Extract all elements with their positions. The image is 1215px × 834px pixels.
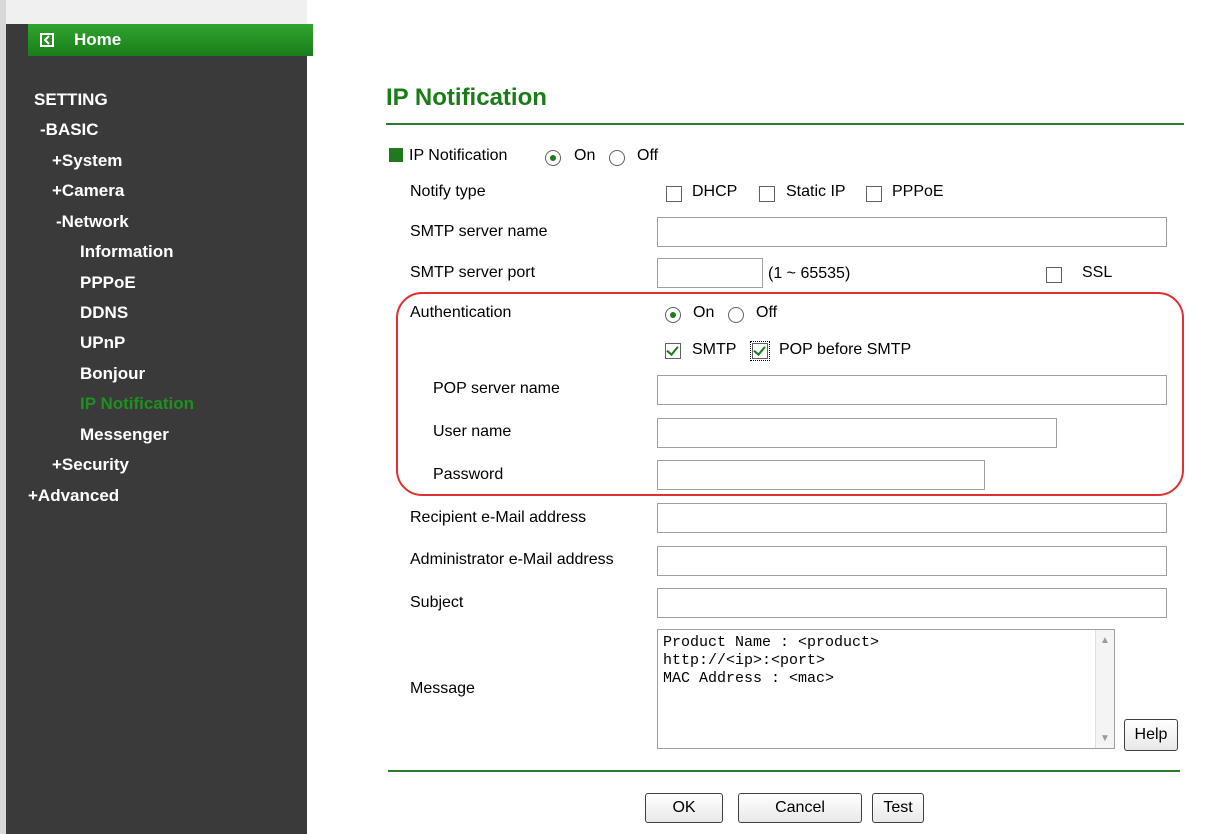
message-scrollbar[interactable]: ▲ ▼ — [1095, 630, 1114, 748]
scroll-up-icon[interactable]: ▲ — [1098, 632, 1112, 648]
help-button[interactable]: Help — [1124, 719, 1178, 751]
sidebar-item-camera[interactable]: +Camera — [52, 181, 124, 201]
authentication-on-label: On — [693, 304, 715, 321]
home-button[interactable]: Home — [28, 24, 313, 56]
scroll-down-icon[interactable]: ▼ — [1098, 730, 1112, 746]
sidebar: Home SETTING -BASIC +System +Camera -Net… — [0, 0, 313, 834]
ip-notification-on-label: On — [574, 147, 596, 164]
test-button[interactable]: Test — [872, 793, 924, 823]
pop-before-smtp-label: POP before SMTP — [779, 341, 912, 358]
section-marker-icon — [389, 148, 403, 162]
authentication-off-label: Off — [756, 304, 778, 321]
pppoe-checkbox[interactable] — [866, 186, 882, 202]
sidebar-item-network[interactable]: -Network — [56, 212, 129, 232]
smtp-server-port-label: SMTP server port — [410, 264, 536, 281]
pppoe-label: PPPoE — [892, 183, 944, 200]
smtp-auth-label: SMTP — [692, 341, 737, 358]
sidebar-item-bonjour[interactable]: Bonjour — [80, 364, 145, 384]
bottom-divider — [388, 770, 1180, 772]
home-label: Home — [74, 30, 122, 49]
ip-notification-off-label: Off — [637, 147, 659, 164]
administrator-email-label: Administrator e-Mail address — [410, 551, 614, 568]
pop-before-smtp-checkbox[interactable] — [750, 341, 770, 361]
sidebar-item-information[interactable]: Information — [80, 242, 174, 262]
sidebar-item-basic[interactable]: -BASIC — [40, 120, 99, 140]
sidebar-item-advanced[interactable]: +Advanced — [28, 486, 119, 506]
sidebar-item-ddns[interactable]: DDNS — [80, 303, 128, 323]
authentication-off-radio[interactable] — [728, 307, 744, 323]
sidebar-item-ip-notification[interactable]: IP Notification — [80, 394, 194, 414]
ip-notification-off-radio[interactable] — [609, 150, 625, 166]
message-text: Product Name : <product> http://<ip>:<po… — [663, 634, 880, 687]
pop-server-name-input[interactable] — [657, 375, 1167, 405]
title-divider — [386, 123, 1184, 125]
ip-notification-on-radio[interactable] — [545, 150, 561, 166]
dhcp-checkbox[interactable] — [666, 186, 682, 202]
static-ip-label: Static IP — [786, 183, 846, 200]
message-textarea[interactable]: Product Name : <product> http://<ip>:<po… — [657, 629, 1115, 749]
ip-notification-label: IP Notification — [409, 147, 508, 164]
smtp-server-name-input[interactable] — [657, 217, 1167, 247]
ssl-label: SSL — [1082, 264, 1113, 281]
password-input[interactable] — [657, 460, 985, 490]
administrator-email-input[interactable] — [657, 546, 1167, 576]
notify-type-label: Notify type — [410, 183, 486, 200]
static-ip-checkbox[interactable] — [759, 186, 775, 202]
recipient-email-label: Recipient e-Mail address — [410, 509, 587, 526]
sidebar-top-strip — [6, 0, 307, 24]
authentication-label: Authentication — [410, 304, 512, 321]
port-range-hint: (1 ~ 65535) — [768, 265, 851, 282]
recipient-email-input[interactable] — [657, 503, 1167, 533]
password-label: Password — [433, 466, 504, 483]
user-name-input[interactable] — [657, 418, 1057, 448]
dhcp-label: DHCP — [692, 183, 738, 200]
sidebar-item-system[interactable]: +System — [52, 151, 122, 171]
pop-server-name-label: POP server name — [433, 380, 560, 397]
ssl-checkbox[interactable] — [1046, 267, 1062, 283]
sidebar-item-security[interactable]: +Security — [52, 455, 129, 475]
user-name-label: User name — [433, 423, 512, 440]
message-label: Message — [410, 680, 475, 697]
smtp-server-port-input[interactable] — [657, 258, 763, 288]
sidebar-item-pppoe[interactable]: PPPoE — [80, 273, 136, 293]
cancel-button[interactable]: Cancel — [738, 793, 862, 823]
back-arrow-icon — [40, 33, 54, 47]
page-title: IP Notification — [386, 84, 547, 111]
subject-label: Subject — [410, 594, 464, 611]
sidebar-item-upnp[interactable]: UPnP — [80, 333, 125, 353]
sidebar-item-messenger[interactable]: Messenger — [80, 425, 169, 445]
smtp-server-name-label: SMTP server name — [410, 223, 548, 240]
authentication-on-radio[interactable] — [665, 307, 681, 323]
smtp-auth-checkbox[interactable] — [665, 343, 681, 359]
ok-button[interactable]: OK — [645, 793, 723, 823]
subject-input[interactable] — [657, 588, 1167, 618]
sidebar-heading-setting: SETTING — [34, 90, 108, 109]
